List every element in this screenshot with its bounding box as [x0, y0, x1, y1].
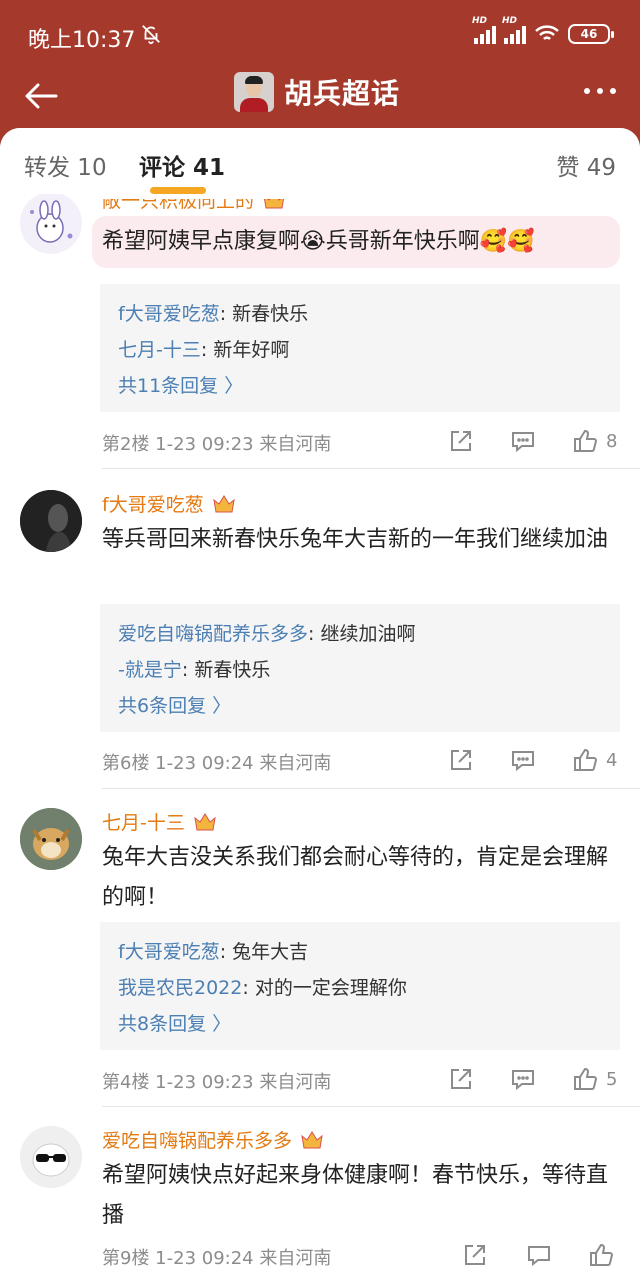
- more-replies-link[interactable]: 共11条回复 〉: [118, 368, 602, 404]
- username[interactable]: 爱吃自嗨锅配养乐多多: [102, 1126, 324, 1153]
- divider: [102, 1106, 640, 1107]
- reply-line: 我是农民2022: 对的一定会理解你: [118, 977, 407, 999]
- crown-badge-icon: [301, 1130, 323, 1148]
- status-time: 晚上10:37: [28, 28, 136, 53]
- status-icons: HD HD 46: [472, 16, 614, 44]
- thumbs-up-icon: [574, 1067, 598, 1090]
- username[interactable]: f大哥爱吃葱: [102, 490, 236, 517]
- share-icon[interactable]: [448, 747, 474, 773]
- wifi-icon: [535, 25, 559, 40]
- comment-sheet: 转发 10 评论 41 赞 49 敞一只积极向上的 希望阿姨早点康复啊😭兵哥新年…: [0, 128, 640, 1279]
- tab-bar: 转发 10 评论 41 赞 49: [0, 128, 640, 194]
- like-count: 5: [606, 1068, 618, 1090]
- avatar[interactable]: [20, 192, 82, 254]
- reply-line: f大哥爱吃葱: 新春快乐: [118, 303, 309, 325]
- comment-text[interactable]: 兔年大吉没关系我们都会耐心等待的，肯定是会理解的啊！: [102, 838, 622, 918]
- reply-line: -就是宁: 新春快乐: [118, 659, 271, 681]
- like-button[interactable]: 8: [572, 428, 617, 454]
- status-bar: 晚上10:37 HD HD 46: [0, 0, 640, 70]
- tab-indicator: [150, 187, 206, 194]
- comment-icon[interactable]: [510, 428, 536, 454]
- divider: [102, 788, 640, 789]
- reply-line: f大哥爱吃葱: 兔年大吉: [118, 941, 309, 963]
- like-button[interactable]: 4: [572, 747, 617, 773]
- comment-icon[interactable]: [526, 1242, 552, 1268]
- like-count: 4: [606, 749, 618, 771]
- reply-preview[interactable]: 爱吃自嗨锅配养乐多多: 继续加油啊 -就是宁: 新春快乐 共6条回复 〉: [100, 604, 620, 732]
- thumbs-up-icon: [590, 1243, 614, 1266]
- avatar[interactable]: [20, 808, 82, 870]
- reply-preview[interactable]: f大哥爱吃葱: 新春快乐 七月-十三: 新年好啊 共11条回复 〉: [100, 284, 620, 412]
- share-icon[interactable]: [462, 1242, 488, 1268]
- share-icon[interactable]: [448, 428, 474, 454]
- signal-icon: HD: [502, 16, 526, 44]
- divider: [102, 468, 640, 469]
- navigation-bar: 胡兵超话: [0, 70, 640, 130]
- comment-text[interactable]: 希望阿姨快点好起来身体健康啊！春节快乐，等待直播: [102, 1156, 622, 1236]
- mute-icon: [142, 25, 160, 45]
- tab-comments[interactable]: 评论 41: [139, 148, 225, 182]
- reply-line: 七月-十三: 新年好啊: [118, 339, 290, 361]
- comment-text[interactable]: 等兵哥回来新春快乐兔年大吉新的一年我们继续加油: [102, 520, 622, 560]
- like-button[interactable]: 5: [572, 1066, 617, 1092]
- tab-likes[interactable]: 赞 49: [556, 148, 616, 182]
- avatar[interactable]: [20, 1126, 82, 1188]
- username[interactable]: 七月-十三: [102, 808, 217, 835]
- comment-meta: 第4楼 1-23 09:23 来自河南: [102, 1072, 332, 1093]
- topic-avatar: [234, 72, 274, 112]
- reply-line: 爱吃自嗨锅配养乐多多: 继续加油啊: [118, 623, 416, 645]
- more-replies-link[interactable]: 共6条回复 〉: [118, 688, 602, 724]
- comment-meta: 第6楼 1-23 09:24 来自河南: [102, 753, 332, 774]
- comment-text[interactable]: 希望阿姨早点康复啊😭兵哥新年快乐啊🥰🥰: [102, 222, 622, 262]
- thumbs-up-icon: [574, 748, 598, 771]
- arrow-left-icon[interactable]: [22, 76, 62, 116]
- signal-icon: HD: [472, 16, 496, 44]
- avatar[interactable]: [20, 490, 82, 552]
- thumbs-up-icon: [574, 429, 598, 452]
- page-title: 胡兵超话: [284, 77, 401, 110]
- like-count: 8: [606, 430, 618, 452]
- battery-icon: 46: [568, 24, 614, 44]
- like-button[interactable]: [588, 1242, 614, 1268]
- share-icon[interactable]: [448, 1066, 474, 1092]
- topic-title[interactable]: 胡兵超话: [234, 72, 400, 112]
- comment-icon[interactable]: [510, 747, 536, 773]
- comment-meta: 第2楼 1-23 09:23 来自河南: [102, 434, 332, 455]
- comment-meta: 第9楼 1-23 09:24 来自河南: [102, 1248, 332, 1269]
- tab-repost[interactable]: 转发 10: [24, 148, 107, 182]
- crown-badge-icon: [212, 494, 235, 512]
- reply-preview[interactable]: f大哥爱吃葱: 兔年大吉 我是农民2022: 对的一定会理解你 共8条回复 〉: [100, 922, 620, 1050]
- ellipsis-icon[interactable]: [584, 88, 616, 94]
- comment-icon[interactable]: [510, 1066, 536, 1092]
- more-replies-link[interactable]: 共8条回复 〉: [118, 1006, 602, 1042]
- crown-badge-icon: [194, 812, 216, 830]
